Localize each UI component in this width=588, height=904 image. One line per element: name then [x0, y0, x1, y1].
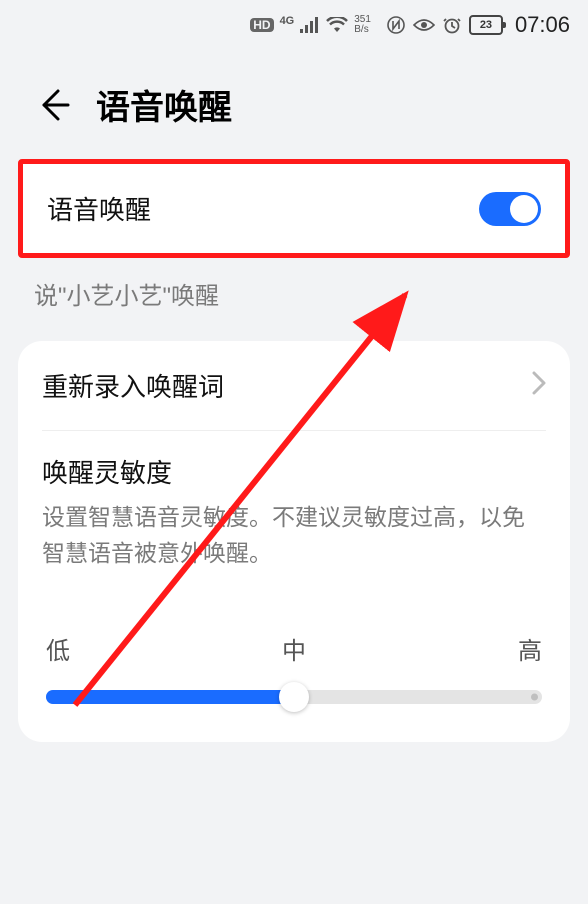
page-title: 语音唤醒 [96, 80, 232, 129]
wifi-icon [326, 17, 348, 33]
retrain-row[interactable]: 重新录入唤醒词 [18, 341, 570, 430]
hd-badge: HD [250, 18, 273, 32]
clock-time: 07:06 [515, 12, 570, 38]
sensitivity-desc: 设置智慧语音灵敏度。不建议灵敏度过高，以免智慧语音被意外唤醒。 [42, 500, 546, 571]
slider-label-low: 低 [46, 631, 70, 666]
settings-card: 重新录入唤醒词 唤醒灵敏度 设置智慧语音灵敏度。不建议灵敏度过高，以免智慧语音被… [18, 341, 570, 742]
slider-label-mid: 中 [282, 631, 306, 666]
slider-end-dot [531, 694, 538, 701]
network-gen-label: 4G [280, 16, 295, 27]
page-header: 语音唤醒 [0, 50, 588, 159]
voice-wake-hint: 说"小艺小艺"唤醒 [0, 258, 588, 341]
slider-label-high: 高 [518, 631, 542, 666]
retrain-label: 重新录入唤醒词 [42, 367, 224, 404]
battery-indicator: 23 [469, 15, 503, 35]
slider-thumb[interactable] [279, 682, 309, 712]
slider-fill [46, 690, 294, 704]
signal-icon [300, 17, 320, 33]
eye-protection-icon [413, 18, 435, 32]
voice-wake-row[interactable]: 语音唤醒 [23, 164, 565, 253]
battery-level: 23 [480, 19, 492, 31]
network-speed-unit: B/s [354, 25, 368, 35]
slider-track [46, 690, 542, 704]
status-left-cluster: HD 4G 351 B/s [250, 15, 371, 35]
slider-labels: 低 中 高 [18, 581, 570, 684]
status-bar: HD 4G 351 B/s [0, 0, 588, 50]
sensitivity-slider[interactable] [18, 684, 570, 742]
sensitivity-block: 唤醒灵敏度 设置智慧语音灵敏度。不建议灵敏度过高，以免智慧语音被意外唤醒。 [18, 431, 570, 581]
network-speed: 351 B/s [354, 15, 371, 35]
nfc-icon [387, 16, 405, 34]
voice-wake-card: 语音唤醒 [18, 159, 570, 258]
status-right-cluster: 23 07:06 [387, 12, 570, 38]
back-arrow-icon[interactable] [36, 87, 72, 123]
voice-wake-toggle[interactable] [479, 192, 541, 226]
voice-wake-label: 语音唤醒 [47, 190, 151, 227]
chevron-right-icon [532, 370, 546, 402]
sensitivity-title: 唤醒灵敏度 [42, 453, 546, 490]
alarm-icon [443, 16, 461, 34]
